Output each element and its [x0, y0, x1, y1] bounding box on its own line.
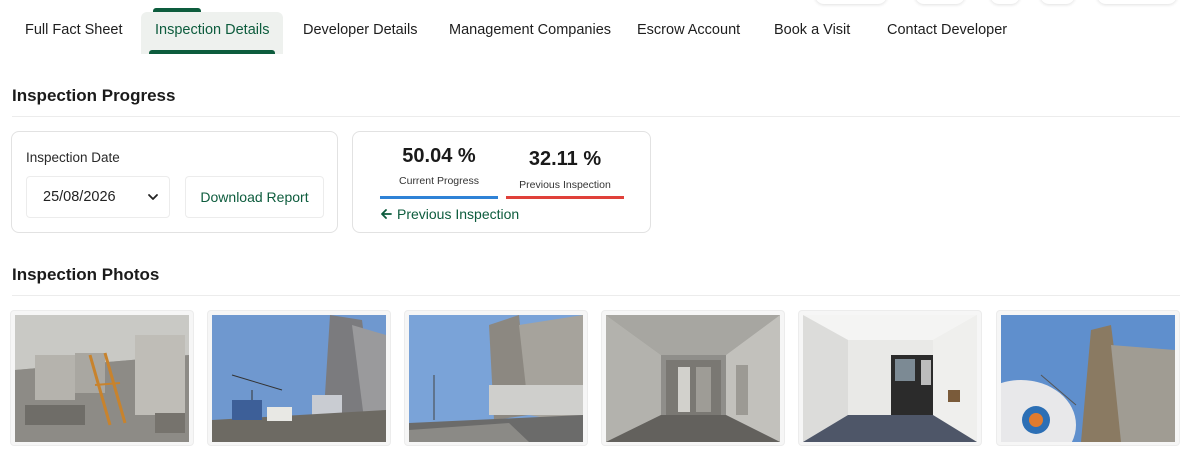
previous-progress-value: 32.11 %: [528, 148, 602, 170]
tower-photo: [212, 315, 386, 442]
inspection-photo[interactable]: [404, 310, 588, 446]
inspection-progress-title: Inspection Progress: [12, 86, 176, 105]
inspection-date-label: Inspection Date: [26, 150, 120, 165]
tab-management-companies[interactable]: Management Companies: [435, 12, 625, 54]
previous-progress-label: Previous Inspection: [519, 179, 611, 191]
inspection-photo[interactable]: [10, 310, 194, 446]
previous-inspection-link[interactable]: Previous Inspection: [380, 206, 519, 222]
current-progress-bar: [380, 196, 498, 199]
tab-contact-developer[interactable]: Contact Developer: [873, 12, 1021, 54]
divider: [12, 116, 1180, 117]
tab-inspection-details[interactable]: Inspection Details: [141, 8, 284, 54]
tab-book-a-visit[interactable]: Book a Visit: [760, 12, 864, 54]
tab-developer-details[interactable]: Developer Details: [289, 12, 431, 54]
progress-card: 50.04 % Current Progress 32.11 % Previou…: [352, 131, 651, 233]
inspection-photo[interactable]: [601, 310, 785, 446]
arrow-left-icon: [381, 209, 392, 219]
chevron-down-icon: [148, 194, 158, 200]
unit-interior-photo: [803, 315, 977, 442]
corridor-photo: [606, 315, 780, 442]
tab-escrow-account[interactable]: Escrow Account: [623, 12, 754, 54]
inspection-photo[interactable]: [798, 310, 982, 446]
detail-tabs: Full Fact Sheet Inspection Details Devel…: [0, 0, 1200, 58]
inspection-date-select[interactable]: 25/08/2026: [26, 176, 170, 218]
inspection-photos-title: Inspection Photos: [12, 265, 160, 284]
inspection-photo[interactable]: [996, 310, 1180, 446]
download-report-button[interactable]: Download Report: [185, 176, 324, 218]
inspection-photo[interactable]: [207, 310, 391, 446]
interior-photo: [15, 315, 189, 442]
tab-full-fact-sheet[interactable]: Full Fact Sheet: [11, 12, 137, 54]
inspection-date-card: Inspection Date 25/08/2026 Download Repo…: [11, 131, 338, 233]
previous-progress-bar: [506, 196, 624, 199]
current-progress-label: Current Progress: [399, 175, 479, 187]
tower-fisheye-photo: [1001, 315, 1175, 442]
current-progress-value: 50.04 %: [402, 145, 476, 167]
tower-road-photo: [409, 315, 583, 442]
divider: [12, 295, 1180, 296]
